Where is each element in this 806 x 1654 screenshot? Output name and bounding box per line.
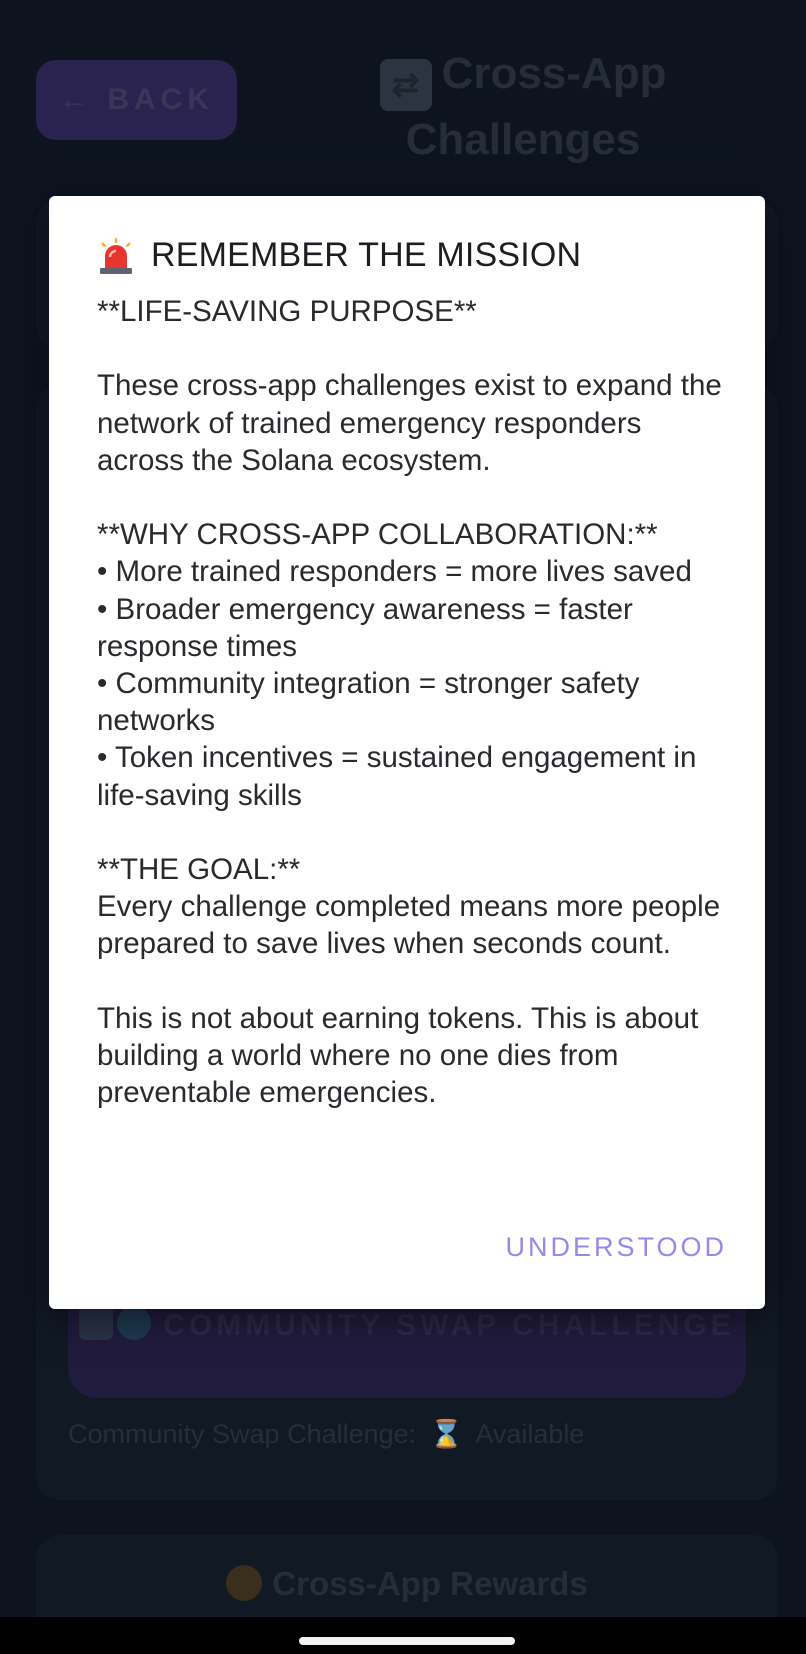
understood-button[interactable]: UNDERSTOOD <box>505 1232 727 1263</box>
message-paragraph: These cross-app challenges exist to expa… <box>97 369 722 477</box>
system-nav-bar <box>0 1617 806 1654</box>
home-indicator[interactable] <box>299 1637 515 1645</box>
message-paragraph: **LIFE-SAVING PURPOSE** <box>97 295 477 328</box>
app-screen: ← BACK ⇄ Cross-App Challenges COMMUNITY S… <box>0 0 806 1654</box>
message-paragraph: **WHY CROSS-APP COLLABORATION:** • More … <box>97 518 697 812</box>
dialog-title: REMEMBER THE MISSION <box>97 236 581 275</box>
message-paragraph: **THE GOAL:** Every challenge completed … <box>97 853 721 961</box>
siren-icon <box>100 237 132 274</box>
mission-dialog: REMEMBER THE MISSION **LIFE-SAVING PURPO… <box>49 196 765 1309</box>
dialog-message: **LIFE-SAVING PURPOSE** These cross-app … <box>97 293 727 1111</box>
message-paragraph: This is not about earning tokens. This i… <box>97 1001 699 1110</box>
dialog-title-text: REMEMBER THE MISSION <box>151 236 582 274</box>
